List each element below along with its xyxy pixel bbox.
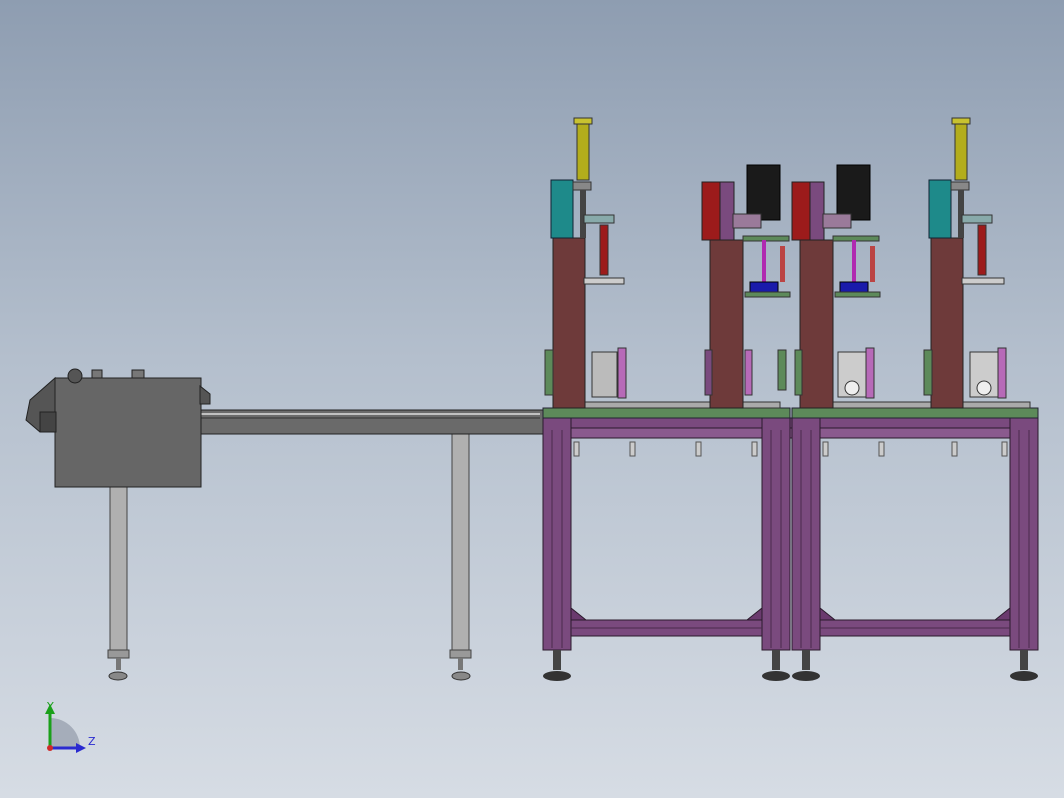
station-c-motor bbox=[836, 164, 871, 221]
coordinate-triad: Y Z bbox=[45, 700, 96, 753]
y-axis-label: Y bbox=[46, 700, 54, 713]
z-axis-label: Z bbox=[88, 735, 96, 748]
machine-frame-1 bbox=[542, 417, 793, 681]
table-plates bbox=[542, 401, 1039, 419]
conveyor-drive-housing bbox=[54, 377, 202, 488]
conveyor-leg-left bbox=[109, 486, 128, 658]
station-c-column bbox=[799, 239, 834, 409]
frame-1-post-left bbox=[542, 417, 572, 651]
conveyor-foot-left bbox=[108, 671, 128, 681]
frame-2-post-right bbox=[1009, 417, 1039, 651]
station-a-cylinder bbox=[576, 117, 590, 181]
x-axis-dot bbox=[47, 745, 53, 751]
cad-viewport[interactable]: Y Z bbox=[0, 0, 1064, 798]
station-d-column bbox=[930, 237, 964, 409]
station-c bbox=[791, 164, 881, 409]
station-a-column bbox=[552, 237, 586, 409]
station-a bbox=[544, 117, 627, 409]
station-b bbox=[701, 164, 791, 409]
machine-frame-2 bbox=[791, 417, 1039, 681]
conveyor-unit bbox=[25, 368, 546, 681]
conveyor-leg-right bbox=[451, 432, 470, 658]
frame-2-post-left bbox=[791, 417, 821, 651]
station-d bbox=[923, 117, 1007, 409]
station-b-column bbox=[709, 239, 744, 409]
frame-1-post-right bbox=[761, 417, 791, 651]
station-b-motor bbox=[746, 164, 781, 221]
station-d-cylinder bbox=[954, 117, 968, 181]
assembly-drawing: Y Z bbox=[25, 117, 1039, 753]
conveyor-foot-right bbox=[451, 671, 471, 681]
